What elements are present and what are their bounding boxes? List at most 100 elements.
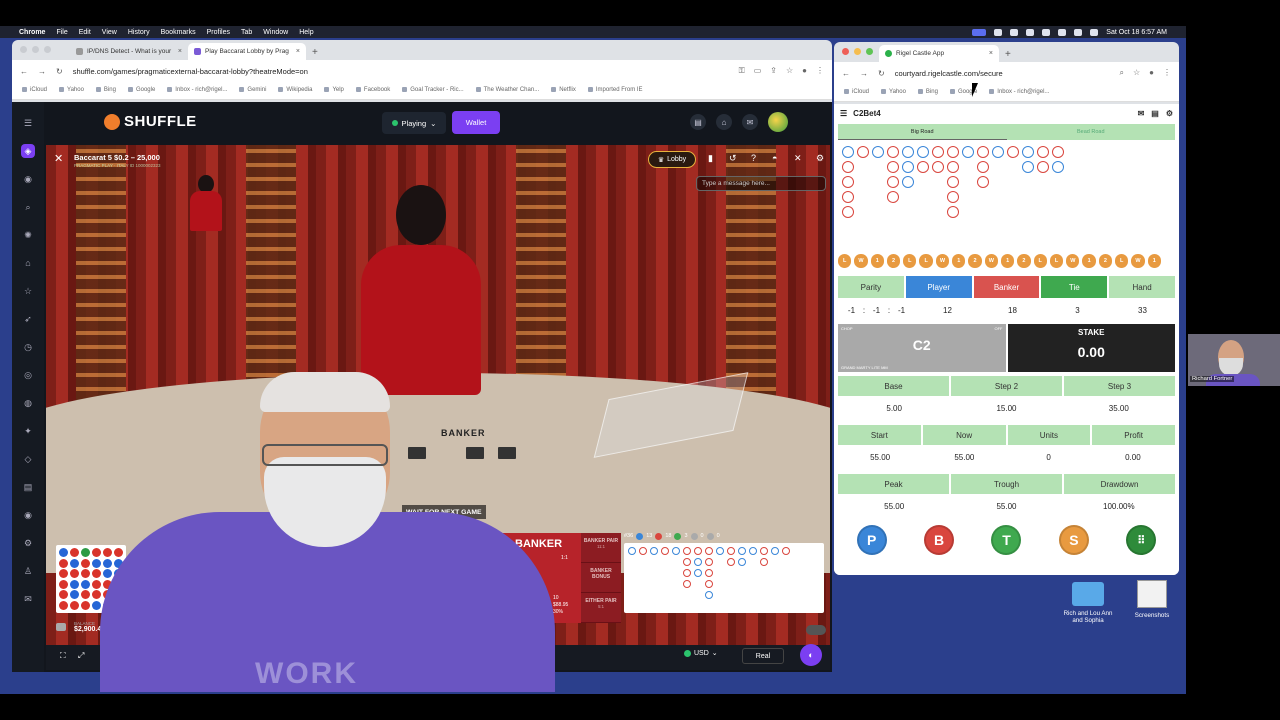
playing-dropdown[interactable]: Playing ⌄ [382,112,446,134]
player-button[interactable]: P [856,525,887,555]
tab-ip-dns[interactable]: IP/DNS Detect - What is your × [70,43,188,60]
share-icon[interactable]: ⇪ [770,66,777,76]
wallet-button[interactable]: Wallet [452,111,500,134]
zoom-window-button[interactable] [44,46,51,53]
fullscreen-icon[interactable]: ⛶ [60,651,66,661]
profile-icon[interactable]: ● [1149,68,1154,78]
vip-icon[interactable]: ✦ [21,424,35,438]
control-center-icon[interactable] [1090,28,1099,36]
banker-bonus-bet[interactable]: BANKER BONUS [581,563,621,593]
bookmark-item[interactable]: Gemini [239,87,266,94]
tab-rigel[interactable]: Rigel Castle App × [879,45,999,62]
tab-bead-road[interactable]: Bead Road [1006,124,1175,140]
resize-icon[interactable]: ⤢ [78,651,84,661]
real-mode-button[interactable]: Real [742,648,784,664]
bookmark-item[interactable]: Yelp [324,87,343,94]
tab-baccarat[interactable]: Play Baccarat Lobby by Prag × [188,43,306,60]
banker-pair-bet[interactable]: BANKER PAIR 11:1 [581,533,621,563]
tab-big-road[interactable]: Big Road [838,124,1007,140]
toggle-switch[interactable] [806,625,826,635]
user-avatar[interactable] [768,112,788,132]
close-tab-icon[interactable]: × [178,48,182,55]
chat-icon[interactable]: ✉ [1138,109,1145,118]
lobby-button[interactable]: ♛ Lobby [648,151,696,168]
bookmark-item[interactable]: Inbox - rich@rigel... [989,89,1049,96]
bookmark-item[interactable]: Facebook [356,87,390,94]
url-field[interactable]: shuffle.com/games/pragmaticexternal-bacc… [73,67,729,76]
chat-input[interactable]: Type a message here... [696,176,826,191]
bookmark-item[interactable]: Netflix [551,87,576,94]
close-window-button[interactable] [842,48,849,55]
banker-button[interactable]: B [924,525,955,555]
desktop-folder[interactable]: Rich and Lou Ann and Sophia [1058,582,1118,624]
tie-button[interactable]: T [991,525,1022,555]
bookmark-item[interactable]: iCloud [22,87,47,94]
ticket-icon[interactable]: ▤ [21,480,35,494]
bookmark-item[interactable]: Bing [918,89,938,96]
history-icon[interactable]: ↺ [729,153,737,164]
currency-selector[interactable]: USD ⌄ [684,649,718,657]
close-window-button[interactable] [20,46,27,53]
menubar-clock[interactable]: Sat Oct 18 6:57 AM [1106,29,1167,36]
new-tab-button[interactable]: + [306,47,324,60]
status-icon[interactable] [994,28,1003,36]
support-fab[interactable]: ◐ [800,644,822,666]
system-selector[interactable]: CHOP OFF C2 GRAND MARTY LITE MM [838,324,1006,372]
bookmark-item[interactable]: Yahoo [59,87,84,94]
sports-icon[interactable]: ◉ [21,172,35,186]
close-tab-icon[interactable]: × [296,48,300,55]
hamburger-icon[interactable]: ☰ [21,116,35,130]
minimize-window-button[interactable] [854,48,861,55]
menu-edit[interactable]: Edit [79,29,91,36]
mute-icon[interactable]: ✕ [794,153,802,164]
home-icon[interactable]: ⌂ [21,256,35,270]
brand-icon[interactable]: ✺ [21,228,35,242]
menu-chrome[interactable]: Chrome [19,29,45,36]
promo-icon[interactable]: ◎ [21,368,35,382]
settings-s-button[interactable]: S [1058,525,1089,555]
close-tab-icon[interactable]: × [989,50,993,57]
status-icon[interactable] [1010,28,1019,36]
favorites-icon[interactable]: ☆ [21,284,35,298]
notes-icon[interactable]: ▤ [690,114,706,130]
rewards-icon[interactable]: ⌂ [716,114,732,130]
bookmark-item[interactable]: The Weather Chan... [476,87,540,94]
zoom-icon[interactable]: ⌕ [1120,68,1124,78]
menu-tab[interactable]: Tab [241,29,252,36]
menu-history[interactable]: History [128,29,150,36]
chat-icon[interactable]: ▮ [708,153,713,164]
new-tab-button[interactable]: + [999,49,1017,62]
menu-file[interactable]: File [56,29,67,36]
forward-icon[interactable]: → [860,69,868,78]
search-icon[interactable]: ⌕ [21,200,35,214]
chat-icon[interactable]: ✉ [742,114,758,130]
menu-icon[interactable]: ⋮ [1163,68,1171,78]
stats-icon[interactable]: ◓ [772,153,777,163]
bookmark-item[interactable]: Wikipedia [278,87,312,94]
menu-profiles[interactable]: Profiles [207,29,230,36]
help-icon[interactable]: ? [751,153,756,163]
menu-help[interactable]: Help [299,29,313,36]
support-icon[interactable]: ✉ [21,592,35,606]
history-icon[interactable]: ◷ [21,340,35,354]
bookmark-item[interactable]: Goal Tracker - Ric... [402,87,463,94]
shuffle-logo[interactable]: SHUFFLE [104,113,197,130]
bookmark-item[interactable]: Bing [96,87,116,94]
reload-icon[interactable]: ↻ [878,69,885,78]
game-title[interactable]: Baccarat 5 $0.2 – 25,000 [74,153,160,162]
desktop-screenshots[interactable]: Screenshots [1122,580,1182,619]
back-icon[interactable]: ← [20,67,28,76]
star-icon[interactable]: ☆ [786,66,793,76]
menu-view[interactable]: View [102,29,117,36]
star-icon[interactable]: ☆ [1133,68,1140,78]
minimize-window-button[interactable] [32,46,39,53]
menu-icon[interactable]: ⋮ [816,66,824,76]
wifi-icon[interactable] [1058,28,1067,36]
profile-icon[interactable]: ● [802,66,807,76]
menu-bookmarks[interactable]: Bookmarks [161,29,196,36]
reload-icon[interactable]: ↻ [56,67,63,76]
status-icon[interactable] [1026,28,1035,36]
casino-icon[interactable]: ◈ [21,144,35,158]
bookmark-item[interactable]: Yahoo [881,89,906,96]
zoom-window-button[interactable] [866,48,873,55]
